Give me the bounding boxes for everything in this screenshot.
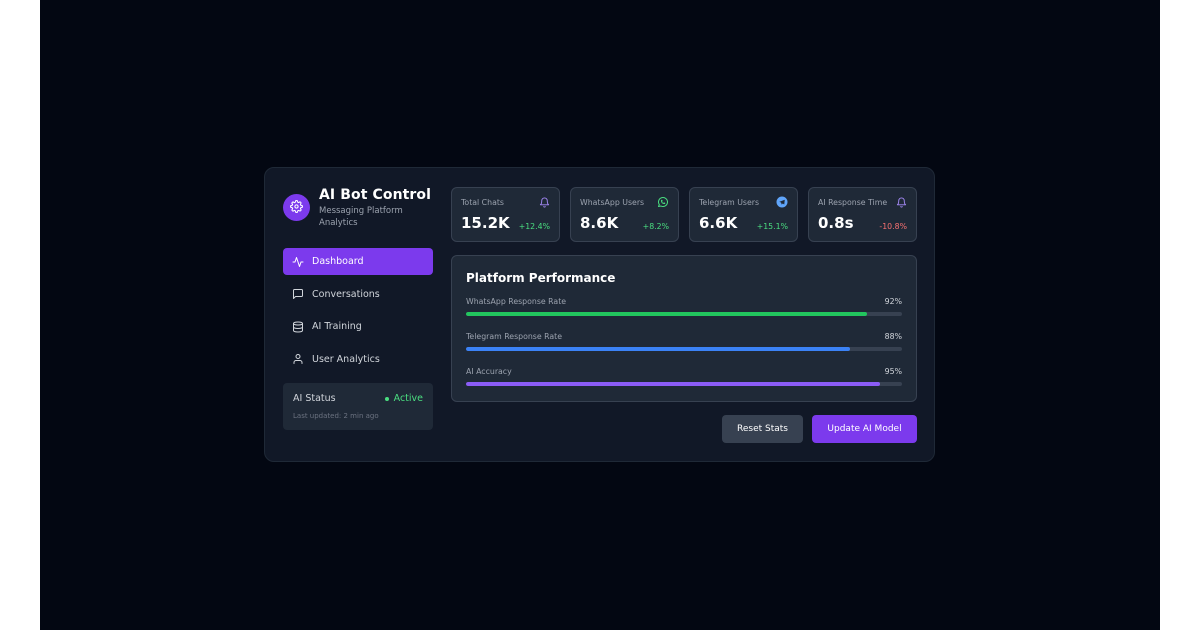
stat-label: Total Chats [461,198,504,207]
bell-icon [895,196,907,208]
app-subtitle: Messaging Platform Analytics [319,206,403,228]
metric-label: AI Accuracy [466,367,512,376]
whatsapp-icon [657,196,669,208]
ai-status-card: AI Status Active Last updated: 2 min ago [283,383,433,430]
sidebar-item-label: AI Training [312,321,362,332]
stat-value: 15.2K [461,214,510,232]
stat-label: WhatsApp Users [580,198,645,207]
ai-status-label: AI Status [293,393,336,404]
progress-track [466,347,902,351]
section-title: Platform Performance [466,271,616,285]
gear-icon [290,198,303,217]
brand-logo [283,194,310,221]
database-icon [292,321,304,333]
chat-icon [292,288,304,300]
sidebar-item-label: Conversations [312,288,380,300]
metric-whatsapp-response-rate: WhatsApp Response Rate 92% [466,297,902,321]
sidebar-nav: Dashboard Conversations AI Training User… [283,248,433,378]
metric-ai-accuracy: AI Accuracy 95% [466,367,902,391]
progress-track [466,312,902,316]
page-background: AI Bot Control Messaging Platform Analyt… [40,0,1160,630]
brand-header: AI Bot Control Messaging Platform Analyt… [283,187,433,231]
progress-fill [466,347,850,351]
stat-change: -10.8% [879,222,907,231]
stat-card-whatsapp-users: WhatsApp Users 8.6K +8.2% [570,187,679,242]
progress-fill [466,312,868,316]
user-icon [292,353,304,365]
stat-label: AI Response Time [818,198,888,207]
update-ai-model-button[interactable]: Update AI Model [812,415,917,443]
reset-stats-button[interactable]: Reset Stats [722,415,803,443]
stat-value: 6.6K [699,214,738,232]
stat-value: 8.6K [580,214,619,232]
progress-fill [466,382,881,386]
sidebar-item-user-analytics[interactable]: User Analytics [283,346,433,373]
stat-change: +8.2% [642,222,669,231]
activity-icon [292,256,304,268]
stat-label: Telegram Users [699,198,760,207]
sidebar-item-label: User Analytics [312,353,380,365]
sidebar-item-label: Dashboard [312,256,364,267]
sidebar-item-dashboard[interactable]: Dashboard [283,248,433,275]
app-title: AI Bot Control [319,187,432,203]
metric-label: Telegram Response Rate [466,332,563,341]
metric-percent: 95% [884,367,902,376]
stat-card-ai-response-time: AI Response Time 0.8s -10.8% [808,187,917,242]
stat-card-total-chats: Total Chats 15.2K +12.4% [451,187,560,242]
stat-card-telegram-users: Telegram Users 6.6K +15.1% [689,187,798,242]
telegram-icon [776,196,788,208]
bell-icon [538,196,550,208]
progress-track [466,382,902,386]
stat-value: 0.8s [818,214,854,232]
platform-performance-card: Platform Performance WhatsApp Response R… [451,255,917,402]
status-dot-icon [384,396,389,401]
metric-telegram-response-rate: Telegram Response Rate 88% [466,332,902,356]
sidebar-item-conversations[interactable]: Conversations [283,281,433,308]
stat-change: +12.4% [518,222,550,231]
dashboard-panel: AI Bot Control Messaging Platform Analyt… [264,167,935,462]
metric-percent: 88% [884,332,902,341]
status-value: Active [393,393,423,404]
status-last-updated: Last updated: 2 min ago [293,412,379,420]
metric-percent: 92% [884,297,902,306]
stat-change: +15.1% [756,222,788,231]
metric-label: WhatsApp Response Rate [466,297,567,306]
sidebar-item-ai-training[interactable]: AI Training [283,313,433,340]
status-badge: Active [384,393,423,404]
